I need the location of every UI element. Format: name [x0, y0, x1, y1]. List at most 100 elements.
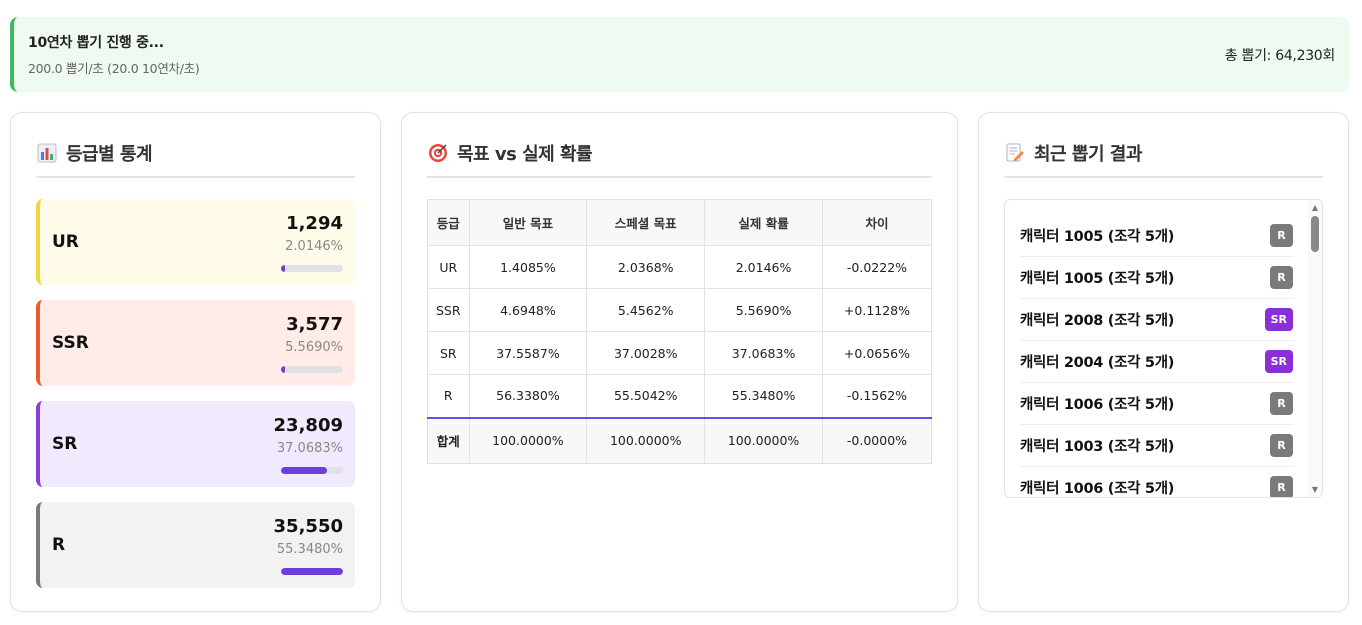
- grade-card-sr: SR 23,809 37.0683%: [36, 401, 355, 487]
- cell-actual: 5.5690%: [704, 288, 823, 332]
- cell-diff: -0.1562%: [821, 374, 933, 418]
- grade-progress-bar: [281, 467, 343, 474]
- scroll-down-arrow-icon[interactable]: ▼: [1310, 485, 1320, 494]
- list-item: 캐릭터 1003 (조각 5개) R: [1020, 425, 1293, 467]
- probability-header: 목표 vs 실제 확률: [427, 113, 932, 178]
- list-item: 캐릭터 2004 (조각 5개) SR: [1020, 341, 1293, 383]
- memo-icon: [1004, 143, 1026, 163]
- col-special-target: 스페셜 목표: [586, 199, 706, 246]
- banner-title: 10연차 뽑기 진행 중...: [28, 35, 164, 51]
- cell-diff: -0.0000%: [821, 416, 933, 464]
- grade-badge: R: [1270, 224, 1293, 247]
- grade-count: 35,550: [273, 516, 343, 537]
- grade-name: R: [52, 535, 66, 555]
- list-item: 캐릭터 1005 (조각 5개) R: [1020, 257, 1293, 299]
- table-row: SSR 4.6948% 5.4562% 5.5690% +0.1128%: [427, 288, 933, 332]
- cell-actual: 2.0146%: [704, 245, 823, 289]
- col-actual: 실제 확률: [704, 199, 823, 246]
- result-name: 캐릭터 1006 (조각 5개): [1020, 481, 1175, 497]
- grade-progress-bar: [281, 568, 343, 575]
- grade-percent: 55.3480%: [276, 542, 343, 557]
- grade-card-r: R 35,550 55.3480%: [36, 502, 355, 588]
- list-item: 캐릭터 1005 (조각 5개) R: [1020, 215, 1293, 257]
- cell-grade: R: [427, 374, 470, 418]
- grade-stats-header: 등급별 통계: [36, 113, 355, 178]
- grade-count: 1,294: [286, 213, 343, 234]
- cell-normal-target: 4.6948%: [468, 288, 588, 332]
- grade-percent: 2.0146%: [285, 239, 343, 254]
- probability-table: 등급 일반 목표 스페셜 목표 실제 확률 차이 UR 1.4085% 2.0368…: [427, 199, 933, 464]
- cell-grade: SR: [427, 331, 470, 375]
- probability-title: 목표 vs 실제 확률: [457, 143, 593, 165]
- grade-name: UR: [52, 232, 79, 252]
- grade-badge: R: [1270, 392, 1293, 415]
- cell-normal-target: 37.5587%: [468, 331, 588, 375]
- cell-diff: +0.1128%: [821, 288, 933, 332]
- recent-results-list[interactable]: 캐릭터 1005 (조각 5개) R 캐릭터 1005 (조각 5개) R 캐릭터 20…: [1004, 199, 1323, 498]
- cell-special-target: 37.0028%: [586, 331, 706, 375]
- grade-name: SSR: [52, 333, 89, 353]
- list-item: 캐릭터 1006 (조각 5개) R: [1020, 383, 1293, 425]
- col-grade: 등급: [427, 199, 470, 246]
- col-normal-target: 일반 목표: [468, 199, 588, 246]
- grade-stats-panel: 등급별 통계 UR 1,294 2.0146% SSR 3,577 5.5690% SR 23…: [10, 112, 381, 612]
- table-total-row: 합계 100.0000% 100.0000% 100.0000% -0.0000%: [427, 416, 933, 464]
- cell-diff: -0.0222%: [821, 245, 933, 289]
- grade-card-ur: UR 1,294 2.0146%: [36, 199, 355, 285]
- table-row: R 56.3380% 55.5042% 55.3480% -0.1562%: [427, 374, 933, 418]
- cell-special-target: 55.5042%: [586, 374, 706, 418]
- target-icon: [427, 143, 449, 163]
- grade-name: SR: [52, 434, 78, 454]
- result-name: 캐릭터 1003 (조각 5개): [1020, 439, 1175, 455]
- cell-special-target: 2.0368%: [586, 245, 706, 289]
- scroll-thumb[interactable]: [1311, 216, 1319, 252]
- grade-badge: SR: [1264, 350, 1293, 373]
- scroll-up-arrow-icon[interactable]: ▲: [1310, 203, 1320, 212]
- cell-normal-target: 1.4085%: [468, 245, 588, 289]
- grade-percent: 5.5690%: [285, 340, 343, 355]
- cell-grade: 합계: [427, 416, 470, 464]
- result-name: 캐릭터 2004 (조각 5개): [1020, 355, 1175, 371]
- grade-progress-bar: [281, 366, 343, 373]
- cell-special-target: 100.0000%: [586, 416, 706, 464]
- list-item: 캐릭터 1006 (조각 5개) R: [1020, 467, 1293, 497]
- cell-normal-target: 56.3380%: [468, 374, 588, 418]
- cell-actual: 100.0000%: [704, 416, 823, 464]
- grade-count: 23,809: [273, 415, 343, 436]
- table-row: UR 1.4085% 2.0368% 2.0146% -0.0222%: [427, 245, 933, 289]
- cell-normal-target: 100.0000%: [468, 416, 588, 464]
- banner-text: 10연차 뽑기 진행 중... 200.0 뽑기/초 (20.0 10연차/초): [28, 32, 200, 77]
- grade-progress-fill: [281, 265, 285, 272]
- grade-count: 3,577: [286, 314, 343, 335]
- scrollbar[interactable]: ▲ ▼: [1308, 200, 1322, 497]
- col-diff: 차이: [821, 199, 933, 246]
- grade-percent: 37.0683%: [276, 441, 343, 456]
- grade-stats-title: 등급별 통계: [66, 143, 153, 165]
- grade-badge: R: [1270, 266, 1293, 289]
- cell-special-target: 5.4562%: [586, 288, 706, 332]
- grade-progress-fill: [281, 568, 343, 575]
- recent-results-header: 최근 뽑기 결과: [1004, 113, 1323, 178]
- bar-chart-icon: [36, 143, 58, 163]
- table-row: SR 37.5587% 37.0028% 37.0683% +0.0656%: [427, 331, 933, 375]
- result-name: 캐릭터 1006 (조각 5개): [1020, 397, 1175, 413]
- banner-subtitle: 200.0 뽑기/초 (20.0 10연차/초): [28, 61, 200, 76]
- recent-results-panel: 최근 뽑기 결과 캐릭터 1005 (조각 5개) R 캐릭터 1005 (조각 5…: [978, 112, 1349, 612]
- cell-diff: +0.0656%: [821, 331, 933, 375]
- cell-actual: 55.3480%: [704, 374, 823, 418]
- result-name: 캐릭터 1005 (조각 5개): [1020, 229, 1175, 245]
- recent-results-title: 최근 뽑기 결과: [1034, 143, 1142, 165]
- cell-actual: 37.0683%: [704, 331, 823, 375]
- result-name: 캐릭터 2008 (조각 5개): [1020, 313, 1175, 329]
- grade-progress-fill: [281, 467, 327, 474]
- grade-card-ssr: SSR 3,577 5.5690%: [36, 300, 355, 386]
- probability-panel: 목표 vs 실제 확률 등급 일반 목표 스페셜 목표 실제 확률 차이 UR 1…: [401, 112, 958, 612]
- table-header-row: 등급 일반 목표 스페셜 목표 실제 확률 차이: [427, 199, 933, 246]
- progress-banner: 10연차 뽑기 진행 중... 200.0 뽑기/초 (20.0 10연차/초)…: [10, 17, 1350, 92]
- grade-badge: SR: [1264, 308, 1293, 331]
- grade-progress-bar: [281, 265, 343, 272]
- list-item: 캐릭터 2008 (조각 5개) SR: [1020, 299, 1293, 341]
- cell-grade: UR: [427, 245, 470, 289]
- total-draws: 총 뽑기: 64,230회: [1224, 47, 1336, 64]
- cell-grade: SSR: [427, 288, 470, 332]
